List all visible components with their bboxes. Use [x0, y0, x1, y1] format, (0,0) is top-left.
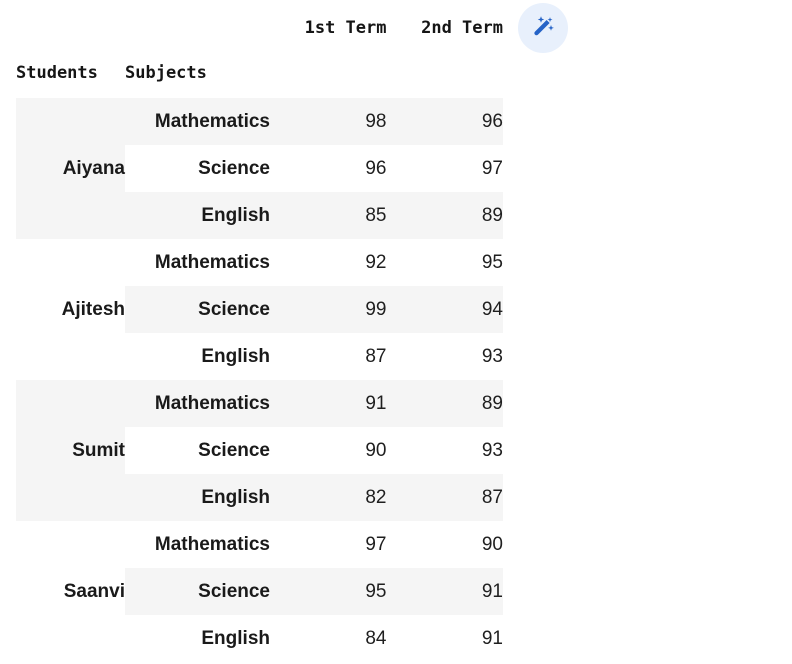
row-header-subject[interactable]: English [125, 192, 270, 239]
table-row[interactable]: Sumit Mathematics 91 89 [16, 380, 503, 521]
row-header-subject[interactable]: English [125, 474, 270, 521]
score-cell-term-2[interactable]: 91 [386, 615, 503, 662]
row-header-subject[interactable]: Mathematics [125, 98, 270, 145]
row-header-subject[interactable]: Science [125, 568, 270, 615]
row-header-student[interactable]: Saanvi [16, 521, 125, 662]
score-cell-term-2[interactable]: 87 [386, 474, 503, 521]
table-row[interactable]: Saanvi Mathematics 97 90 [16, 521, 503, 662]
student-marks-table: 1st Term 2nd Term Students Subjects Aiya… [16, 8, 503, 662]
score-cell-term-1[interactable]: 97 [270, 521, 387, 568]
magic-wand-icon [528, 13, 558, 43]
row-header-student[interactable]: Sumit [16, 380, 125, 521]
score-cell-term-2[interactable]: 96 [386, 98, 503, 145]
row-header-subject[interactable]: Science [125, 145, 270, 192]
score-cell-term-1[interactable]: 91 [270, 380, 387, 427]
table-body: Aiyana Mathematics 98 96 Science 96 97 English 8… [16, 98, 503, 662]
row-header-subject[interactable]: Mathematics [125, 380, 270, 427]
table-row[interactable]: Aiyana Mathematics 98 96 [16, 98, 503, 239]
table-head: 1st Term 2nd Term Students Subjects [16, 8, 503, 98]
row-header-subject[interactable]: English [125, 333, 270, 380]
score-cell-term-2[interactable]: 95 [386, 239, 503, 286]
score-cell-term-1[interactable]: 98 [270, 98, 387, 145]
row-header-student[interactable]: Aiyana [16, 98, 125, 239]
index-name-students[interactable]: Students [16, 48, 125, 98]
score-cell-term-1[interactable]: 92 [270, 239, 387, 286]
score-cell-term-1[interactable]: 99 [270, 286, 387, 333]
header-spacer-subjects [125, 8, 270, 48]
index-name-subjects[interactable]: Subjects [125, 48, 270, 98]
column-header-term-2[interactable]: 2nd Term [386, 8, 503, 48]
score-cell-term-2[interactable]: 90 [386, 521, 503, 568]
table-row[interactable]: Ajitesh Mathematics 92 95 [16, 239, 503, 380]
score-cell-term-2[interactable]: 97 [386, 145, 503, 192]
index-name-row: Students Subjects [16, 48, 503, 98]
score-cell-term-1[interactable]: 87 [270, 333, 387, 380]
column-header-term-1[interactable]: 1st Term [270, 8, 387, 48]
row-header-subject[interactable]: English [125, 615, 270, 662]
score-cell-term-2[interactable]: 94 [386, 286, 503, 333]
term-header-row: 1st Term 2nd Term [16, 8, 503, 48]
score-cell-term-1[interactable]: 82 [270, 474, 387, 521]
header-spacer-students [16, 8, 125, 48]
score-cell-term-1[interactable]: 84 [270, 615, 387, 662]
score-cell-term-1[interactable]: 85 [270, 192, 387, 239]
score-cell-term-1[interactable]: 96 [270, 145, 387, 192]
row-header-student[interactable]: Ajitesh [16, 239, 125, 380]
score-cell-term-2[interactable]: 89 [386, 192, 503, 239]
row-header-subject[interactable]: Science [125, 286, 270, 333]
row-header-subject[interactable]: Mathematics [125, 521, 270, 568]
index-spacer-term-1 [270, 48, 387, 98]
magic-wand-button[interactable] [518, 3, 568, 53]
row-header-subject[interactable]: Science [125, 427, 270, 474]
index-spacer-term-2 [386, 48, 503, 98]
score-cell-term-1[interactable]: 90 [270, 427, 387, 474]
score-cell-term-2[interactable]: 91 [386, 568, 503, 615]
score-cell-term-2[interactable]: 93 [386, 333, 503, 380]
row-header-subject[interactable]: Mathematics [125, 239, 270, 286]
score-cell-term-2[interactable]: 89 [386, 380, 503, 427]
score-cell-term-1[interactable]: 95 [270, 568, 387, 615]
score-cell-term-2[interactable]: 93 [386, 427, 503, 474]
